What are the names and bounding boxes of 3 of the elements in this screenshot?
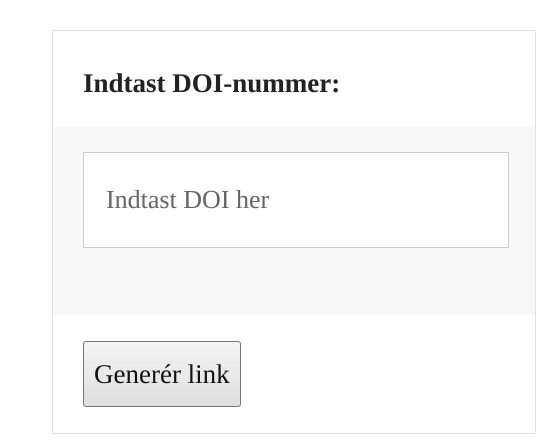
generate-link-button[interactable]: Generér link (83, 341, 241, 407)
form-heading: Indtast DOI-nummer: (83, 67, 342, 100)
doi-input-field[interactable]: Indtast DOI her (83, 152, 509, 248)
